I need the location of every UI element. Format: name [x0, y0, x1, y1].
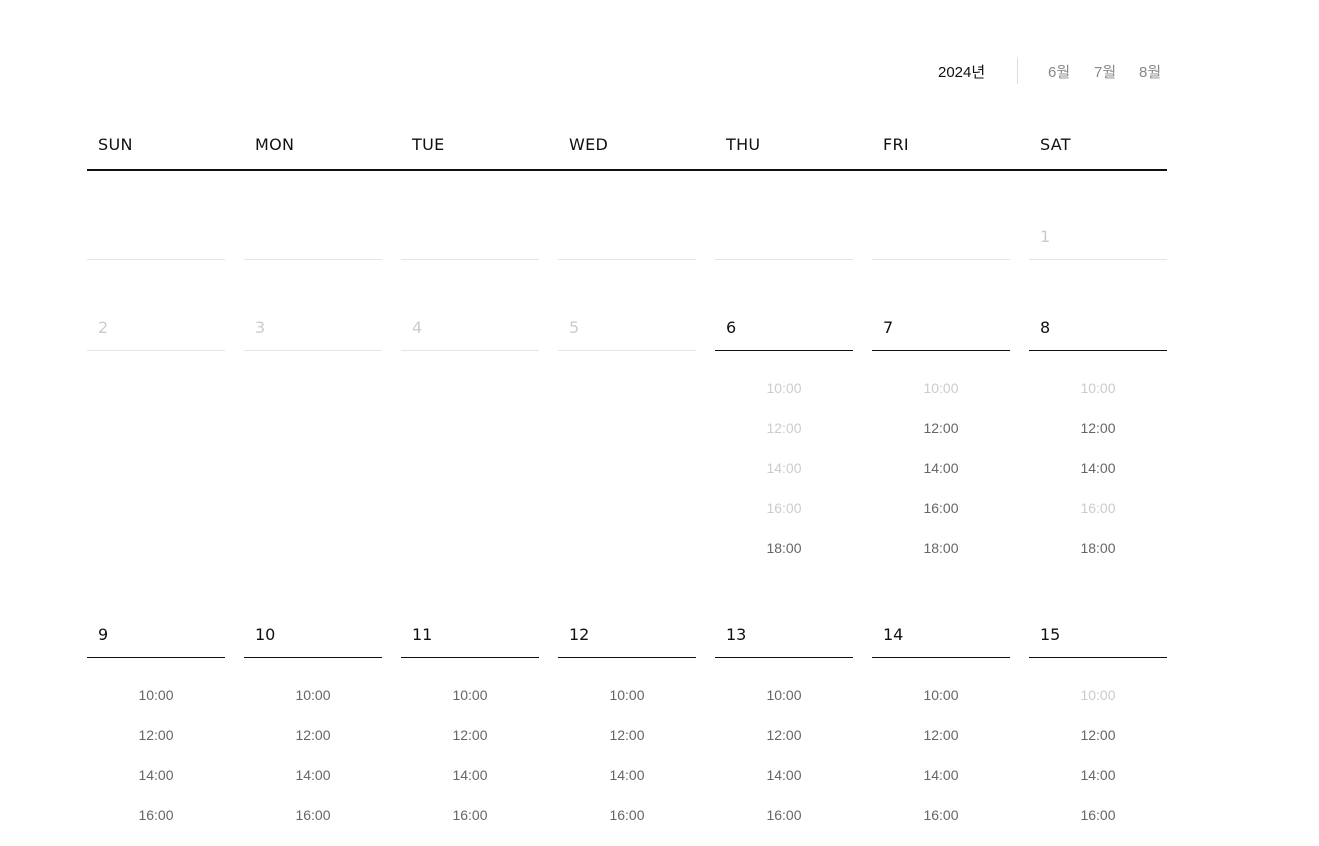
day-number: 13	[726, 625, 747, 644]
weekday-thu: THU	[726, 135, 761, 154]
day-underline	[87, 350, 225, 351]
day-underline	[401, 350, 539, 351]
day-underline	[558, 259, 696, 260]
time-slot: 16:00	[1080, 500, 1116, 516]
time-slot[interactable]: 10:00	[244, 687, 382, 703]
day-underline	[1029, 657, 1167, 658]
time-slot[interactable]: 12:00	[872, 727, 1010, 743]
time-slot: 10:00	[923, 380, 959, 396]
time-slot[interactable]: 16:00	[244, 807, 382, 823]
day-number: 15	[1040, 625, 1061, 644]
day-number: 9	[98, 625, 109, 644]
day-underline	[1029, 259, 1167, 260]
day-underline	[401, 259, 539, 260]
time-slot[interactable]: 14:00	[401, 767, 539, 783]
time-slot[interactable]: 14:00	[872, 460, 1010, 476]
day-underline	[715, 350, 853, 351]
day-underline	[872, 657, 1010, 658]
day-underline	[558, 657, 696, 658]
weekday-sat: SAT	[1040, 135, 1071, 154]
day-number: 14	[883, 625, 904, 644]
calendar-header: 2024년 6월 7월 8월	[0, 56, 1167, 88]
weekday-wed: WED	[569, 135, 609, 154]
time-slot[interactable]: 16:00	[872, 807, 1010, 823]
time-slot[interactable]: 12:00	[558, 727, 696, 743]
day-number: 11	[412, 625, 433, 644]
time-slot[interactable]: 10:00	[872, 687, 1010, 703]
day-number: 1	[1040, 227, 1051, 246]
time-slot[interactable]: 16:00	[558, 807, 696, 823]
month-tab-july[interactable]: 7월	[1094, 61, 1116, 87]
weekday-mon: MON	[255, 135, 295, 154]
time-slot[interactable]: 14:00	[244, 767, 382, 783]
month-tab-june[interactable]: 6월	[1045, 61, 1072, 87]
time-slot[interactable]: 18:00	[872, 540, 1010, 556]
day-underline	[872, 350, 1010, 351]
day-underline	[244, 259, 382, 260]
time-slot: 12:00	[766, 420, 802, 436]
day-number: 2	[98, 318, 109, 337]
time-slot[interactable]: 16:00	[1029, 807, 1167, 823]
day-number: 8	[1040, 318, 1051, 337]
day-number: 12	[569, 625, 590, 644]
time-slot[interactable]: 14:00	[1029, 460, 1167, 476]
year-label: 2024년	[938, 64, 986, 81]
time-slot[interactable]: 10:00	[87, 687, 225, 703]
time-slot[interactable]: 12:00	[401, 727, 539, 743]
day-number: 4	[412, 318, 423, 337]
time-slot[interactable]: 16:00	[715, 807, 853, 823]
day-underline	[87, 657, 225, 658]
time-slot[interactable]: 12:00	[1029, 420, 1167, 436]
time-slot[interactable]: 14:00	[558, 767, 696, 783]
day-number: 7	[883, 318, 894, 337]
day-underline	[401, 657, 539, 658]
time-slot[interactable]: 10:00	[401, 687, 539, 703]
time-slot[interactable]: 12:00	[244, 727, 382, 743]
weekday-header: SUN MON TUE WED THU FRI SAT	[87, 130, 1167, 171]
time-slot[interactable]: 12:00	[1029, 727, 1167, 743]
time-slot[interactable]: 12:00	[715, 727, 853, 743]
day-number: 6	[726, 318, 737, 337]
day-underline	[715, 259, 853, 260]
time-slot[interactable]: 12:00	[872, 420, 1010, 436]
day-number: 10	[255, 625, 276, 644]
day-underline	[715, 657, 853, 658]
weekday-tue: TUE	[412, 135, 445, 154]
time-slot: 10:00	[766, 380, 802, 396]
time-slot[interactable]: 16:00	[87, 807, 225, 823]
day-underline	[244, 350, 382, 351]
header-divider	[1017, 58, 1018, 84]
time-slot[interactable]: 10:00	[715, 687, 853, 703]
time-slot[interactable]: 14:00	[872, 767, 1010, 783]
day-underline	[244, 657, 382, 658]
time-slot: 14:00	[766, 460, 802, 476]
day-underline	[87, 259, 225, 260]
day-number: 3	[255, 318, 266, 337]
time-slot[interactable]: 14:00	[715, 767, 853, 783]
time-slot[interactable]: 12:00	[87, 727, 225, 743]
time-slot[interactable]: 18:00	[1029, 540, 1167, 556]
time-slot: 16:00	[766, 500, 802, 516]
time-slot[interactable]: 18:00	[715, 540, 853, 556]
day-underline	[1029, 350, 1167, 351]
time-slot: 10:00	[1080, 380, 1116, 396]
weekday-fri: FRI	[883, 135, 909, 154]
time-slot[interactable]: 14:00	[1029, 767, 1167, 783]
month-tab-august[interactable]: 8월	[1139, 61, 1161, 87]
day-number: 5	[569, 318, 580, 337]
day-underline	[558, 350, 696, 351]
time-slot[interactable]: 16:00	[401, 807, 539, 823]
day-underline	[872, 259, 1010, 260]
time-slot: 10:00	[1080, 687, 1116, 703]
time-slot[interactable]: 14:00	[87, 767, 225, 783]
time-slot[interactable]: 16:00	[872, 500, 1010, 516]
time-slot[interactable]: 10:00	[558, 687, 696, 703]
weekday-sun: SUN	[98, 135, 133, 154]
